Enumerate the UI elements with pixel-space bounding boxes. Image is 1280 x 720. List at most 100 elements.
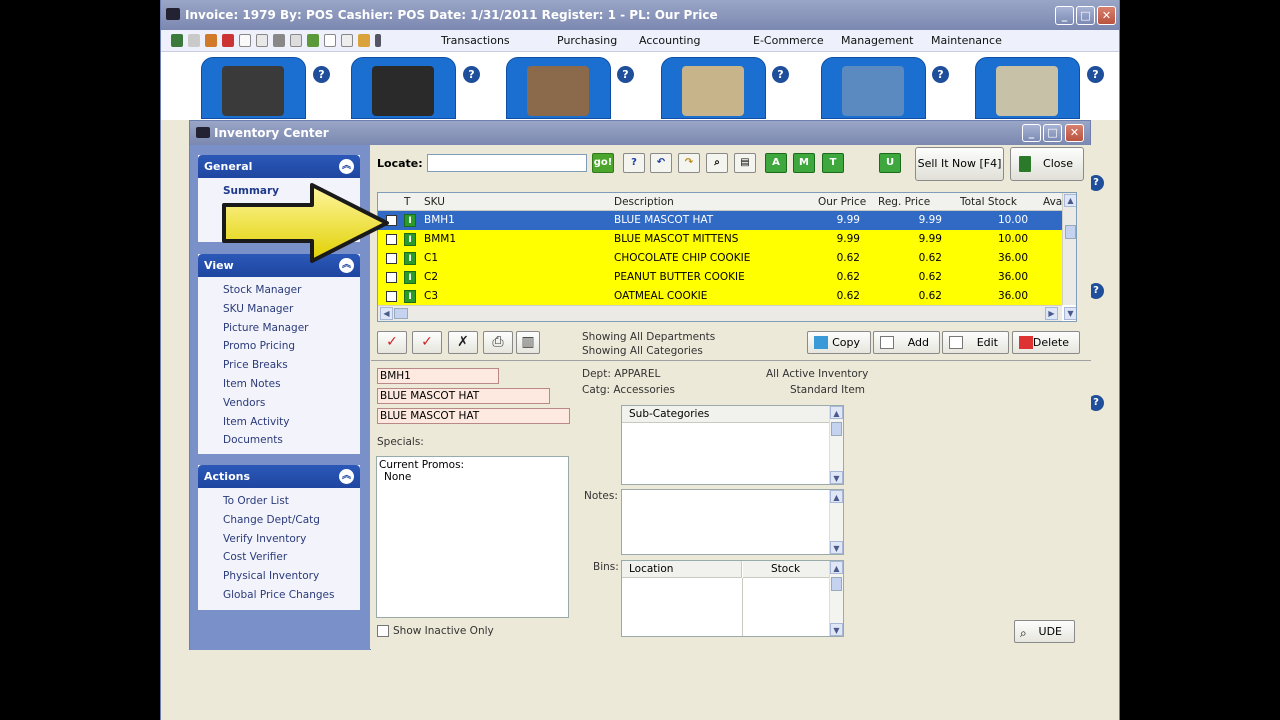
help-icon[interactable]: ? (772, 66, 789, 83)
keyboard-button[interactable] (351, 57, 456, 119)
filter-m-button[interactable]: M (793, 153, 815, 173)
scroll-thumb[interactable] (1065, 225, 1076, 239)
scroll-thumb[interactable] (394, 308, 408, 319)
scroll-down-icon[interactable]: ▼ (1064, 307, 1076, 320)
sidebar-item-item-activity[interactable]: Item Activity (198, 413, 360, 432)
sidebar-item-stock-manager[interactable]: Stock Manager (198, 281, 360, 300)
scroll-up-icon[interactable]: ▲ (830, 490, 843, 503)
sidebar-item-vendors[interactable]: Vendors (198, 394, 360, 413)
scroll-thumb[interactable] (831, 577, 842, 591)
columns-icon[interactable]: ▥ (516, 331, 540, 354)
sidebar-item-verify-inventory[interactable]: Verify Inventory (198, 530, 360, 549)
scroll-right-icon[interactable]: ▶ (1045, 307, 1058, 320)
menu-management[interactable]: Management (841, 34, 931, 47)
notes-scrollbar[interactable]: ▲ ▼ (829, 490, 843, 554)
tools-icon[interactable] (273, 34, 285, 47)
help-icon[interactable]: ? (313, 66, 330, 83)
menu-accounting[interactable]: Accounting (639, 34, 753, 47)
window-icon[interactable] (341, 34, 353, 47)
help-icon[interactable]: ? (617, 66, 634, 83)
grid-horizontal-scrollbar[interactable]: ◀ ▶ (378, 305, 1062, 321)
delete-button[interactable]: Delete (1012, 331, 1080, 354)
sidebar-item-sku-manager[interactable]: SKU Manager (198, 300, 360, 319)
row-checkbox[interactable] (386, 272, 397, 283)
binoculars-icon[interactable]: ⌕ (706, 153, 728, 173)
col-header-available[interactable]: Ava (1043, 196, 1062, 208)
calendar-30-icon[interactable] (290, 34, 302, 47)
close-button[interactable]: Close (1010, 147, 1084, 181)
document-icon[interactable] (239, 34, 251, 47)
minimize-button[interactable]: _ (1022, 124, 1041, 142)
scroll-up-icon[interactable]: ▲ (830, 406, 843, 419)
undo-arrow-icon[interactable]: ↶ (650, 153, 672, 173)
sidebar-item-documents[interactable]: Documents (198, 431, 360, 450)
grid-vertical-scrollbar[interactable]: ▲ (1062, 193, 1076, 305)
col-header-sku[interactable]: SKU (424, 196, 445, 208)
help-button[interactable]: ? (623, 153, 645, 173)
sidebar-item-cost-verifier[interactable]: Cost Verifier (198, 548, 360, 567)
edit-button[interactable]: Edit (942, 331, 1009, 354)
dropdown-arrow-icon[interactable] (375, 34, 381, 47)
filter-a-button[interactable]: A (765, 153, 787, 173)
col-header-total-stock[interactable]: Total Stock (960, 196, 1017, 208)
table-row[interactable]: I BMM1 BLUE MASCOT MITTENS 9.99 9.99 10.… (378, 230, 1062, 249)
ude-button[interactable]: ⌕ UDE (1014, 620, 1075, 643)
help-icon[interactable]: ? (1087, 66, 1104, 83)
help-icon[interactable]: ? (932, 66, 949, 83)
receiving-button[interactable] (661, 57, 766, 119)
padlock-icon[interactable] (358, 34, 370, 47)
scroll-down-icon[interactable]: ▼ (830, 541, 843, 554)
gear-icon[interactable] (188, 34, 200, 47)
minimize-button[interactable]: _ (1055, 6, 1074, 25)
col-header-description[interactable]: Description (614, 196, 674, 208)
sidebar-item-item-notes[interactable]: Item Notes (198, 375, 360, 394)
menu-maintenance[interactable]: Maintenance (931, 34, 1011, 47)
add-button[interactable]: Add (873, 331, 940, 354)
calendar-icon[interactable] (256, 34, 268, 47)
money-icon[interactable] (307, 34, 319, 47)
actions-panel-header[interactable]: Actions ︽ (198, 465, 360, 488)
col-header-our-price[interactable]: Our Price (818, 196, 866, 208)
general-panel-header[interactable]: General ︽ (198, 155, 360, 178)
bins-scrollbar[interactable]: ▲ ▼ (829, 561, 843, 636)
table-row[interactable]: I C1 CHOCOLATE CHIP COOKIE 0.62 0.62 36.… (378, 249, 1062, 268)
show-inactive-checkbox[interactable] (377, 625, 389, 637)
bins-list[interactable]: Location Stock ▲ ▼ (621, 560, 844, 637)
users-icon[interactable] (205, 34, 217, 47)
scroll-thumb[interactable] (831, 422, 842, 436)
inventory-boxes-button[interactable] (506, 57, 611, 119)
money-bag-button[interactable] (975, 57, 1080, 119)
menu-purchasing[interactable]: Purchasing (557, 34, 639, 47)
subcategories-scrollbar[interactable]: ▲ ▼ (829, 406, 843, 484)
collapse-chevron-icon[interactable]: ︽ (339, 159, 354, 174)
sidebar-item-physical-inventory[interactable]: Physical Inventory (198, 567, 360, 586)
go-button[interactable]: go! (592, 153, 614, 173)
copy-button[interactable]: Copy (807, 331, 871, 354)
col-header-type[interactable]: T (404, 196, 410, 208)
sidebar-item-promo-pricing[interactable]: Promo Pricing (198, 337, 360, 356)
notes-box[interactable]: ▲ ▼ (621, 489, 844, 555)
menu-ecommerce[interactable]: E-Commerce (753, 34, 841, 47)
sidebar-item-to-order-list[interactable]: To Order List (198, 492, 360, 511)
row-checkbox[interactable] (386, 291, 397, 302)
scroll-down-icon[interactable]: ▼ (830, 623, 843, 636)
help-icon[interactable]: ? (463, 66, 480, 83)
scroll-up-icon[interactable]: ▲ (1064, 194, 1076, 207)
sidebar-item-picture-manager[interactable]: Picture Manager (198, 319, 360, 338)
register-button[interactable] (821, 57, 926, 119)
scroll-left-icon[interactable]: ◀ (380, 307, 393, 320)
col-header-reg-price[interactable]: Reg. Price (878, 196, 930, 208)
close-window-button[interactable]: ✕ (1065, 124, 1084, 142)
menu-transactions[interactable]: Transactions (441, 34, 557, 47)
table-row[interactable]: I C3 OATMEAL COOKIE 0.62 0.62 36.00 (378, 287, 1062, 305)
sidebar-item-change-dept-catg[interactable]: Change Dept/Catg (198, 511, 360, 530)
sell-it-now-button[interactable]: Sell It Now [F4] (915, 147, 1004, 181)
close-window-button[interactable]: ✕ (1097, 6, 1116, 25)
scroll-down-icon[interactable]: ▼ (830, 471, 843, 484)
lock-icon[interactable] (222, 34, 234, 47)
customer-icon[interactable] (171, 34, 183, 47)
table-row[interactable]: I BMH1 BLUE MASCOT HAT 9.99 9.99 10.00 (378, 211, 1062, 230)
locate-input[interactable] (427, 154, 587, 172)
pos-terminal-button[interactable] (201, 57, 306, 119)
maximize-button[interactable]: □ (1043, 124, 1062, 142)
